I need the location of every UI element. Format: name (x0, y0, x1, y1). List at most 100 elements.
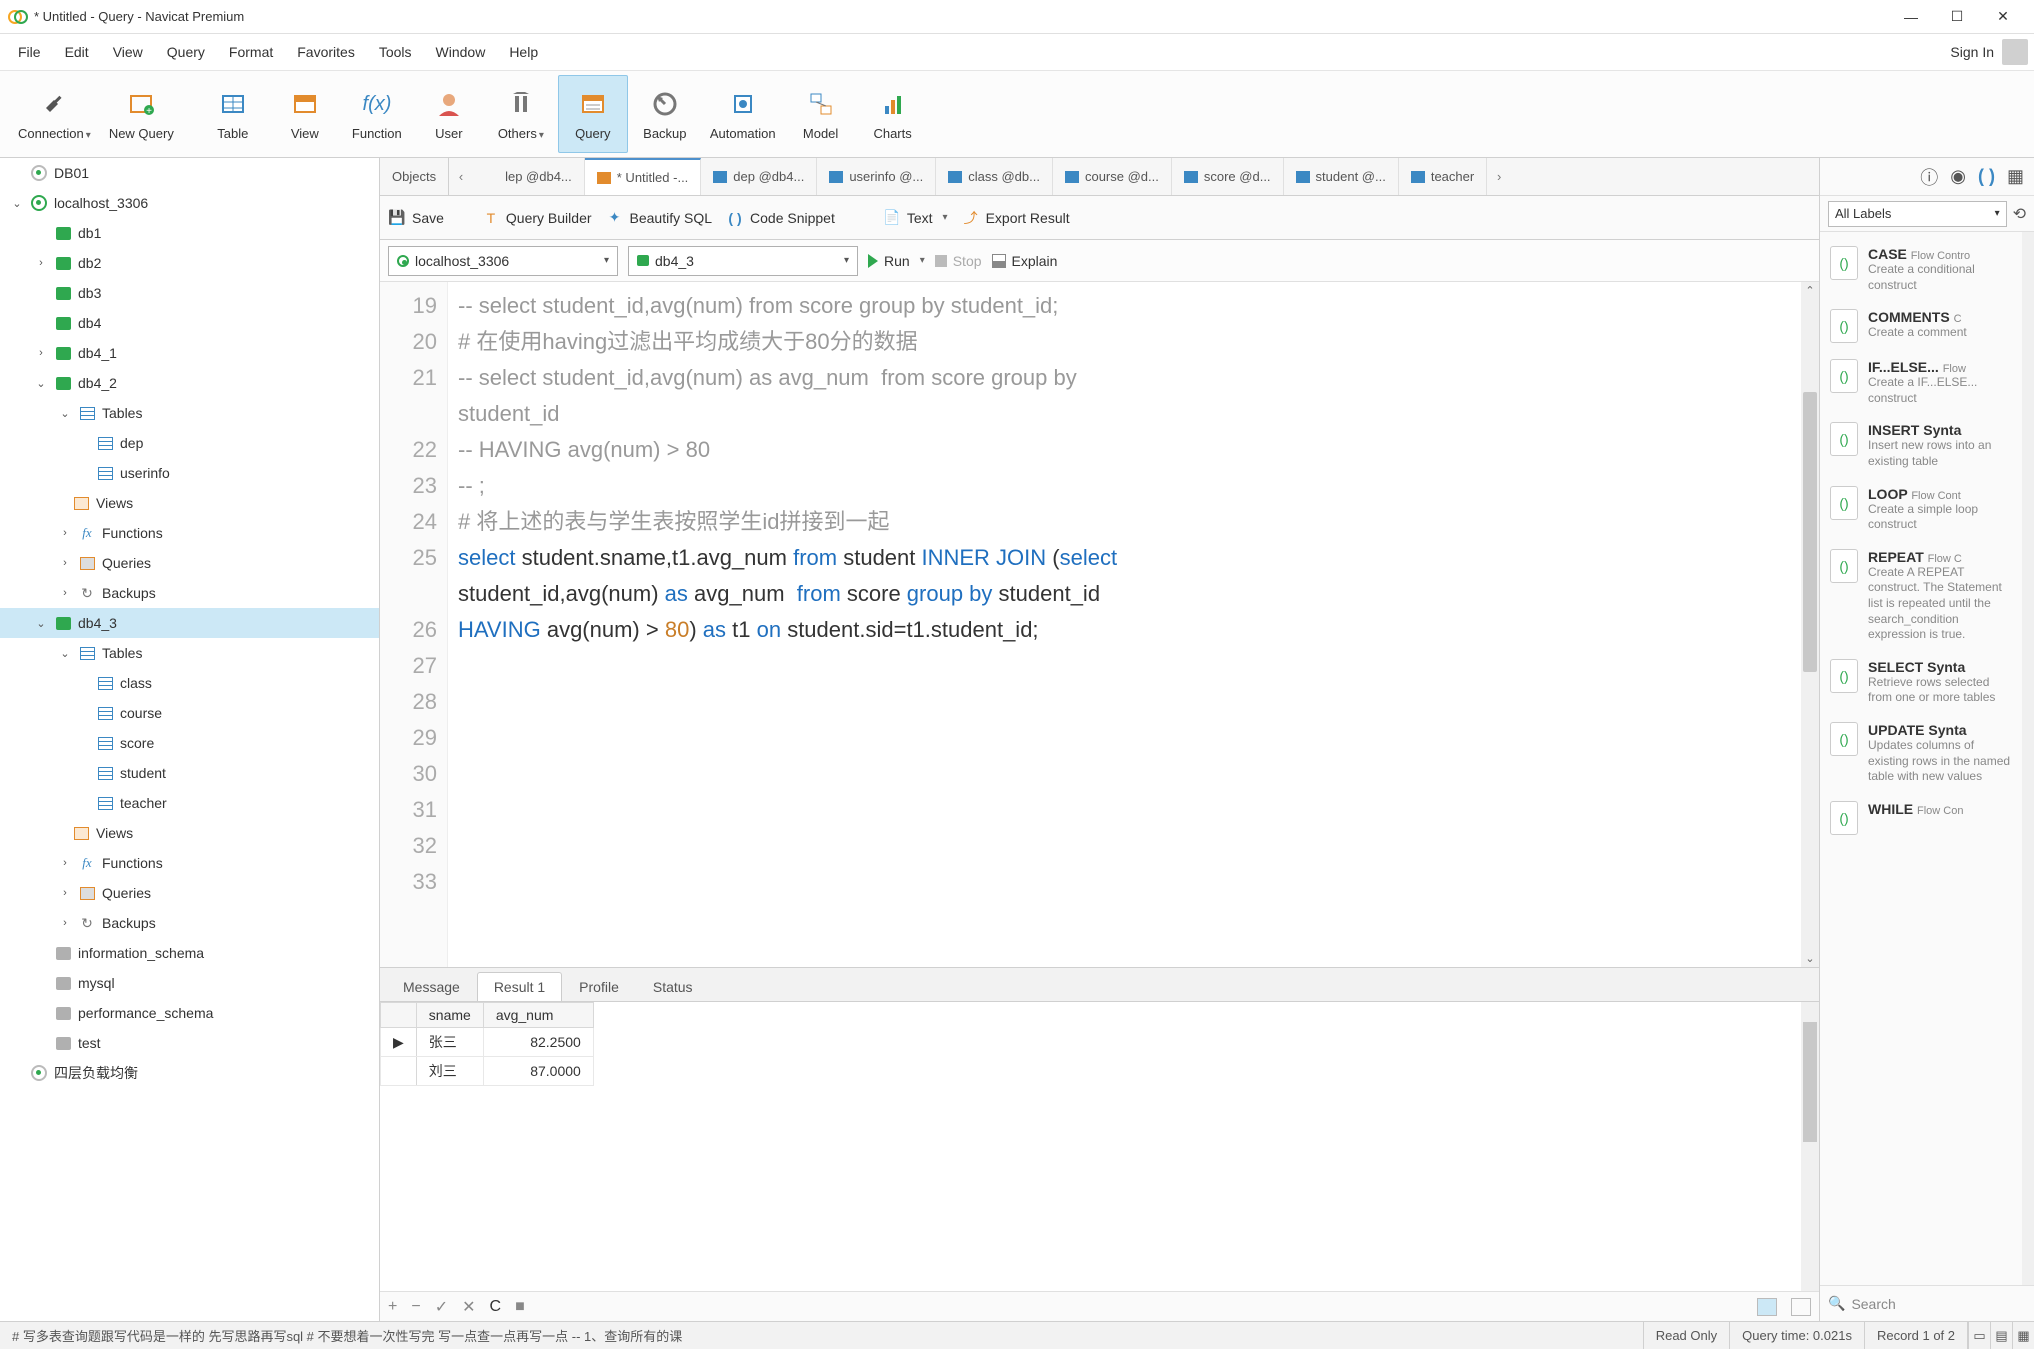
delete-row-button[interactable]: − (411, 1298, 420, 1316)
ribbon-table[interactable]: Table (198, 75, 268, 153)
menu-favorites[interactable]: Favorites (285, 38, 367, 66)
tab-item[interactable]: class @db... (936, 158, 1053, 195)
tab-item[interactable]: teacher (1399, 158, 1487, 195)
snippet-item[interactable]: ()SELECT SyntaRetrieve rows selected fro… (1826, 651, 2016, 714)
explain-button[interactable]: Explain (992, 253, 1058, 269)
cancel-button[interactable]: ✕ (462, 1297, 475, 1317)
tree-table-class[interactable]: class (0, 668, 379, 698)
snippet-item[interactable]: ()WHILE Flow Con (1826, 793, 2016, 843)
tree-db[interactable]: information_schema (0, 938, 379, 968)
menu-format[interactable]: Format (217, 38, 285, 66)
tree-tables-folder[interactable]: ⌄Tables (0, 398, 379, 428)
tab-message[interactable]: Message (386, 972, 477, 1001)
database-selector[interactable]: db4_3▾ (628, 246, 858, 276)
tab-item[interactable]: dep @db4... (701, 158, 817, 195)
tree-tables-folder[interactable]: ⌄Tables (0, 638, 379, 668)
info-icon[interactable]: ⓘ (1920, 164, 1938, 190)
ribbon-others[interactable]: Others▾ (486, 75, 556, 153)
run-button[interactable]: Run▾ (868, 253, 925, 269)
status-icon-2[interactable]: ▤ (1990, 1322, 2012, 1349)
snippet-item[interactable]: ()CASE Flow ControCreate a conditional c… (1826, 238, 2016, 301)
grid-scrollbar[interactable] (1801, 1002, 1819, 1291)
ribbon-backup[interactable]: Backup (630, 75, 700, 153)
ribbon-user[interactable]: User (414, 75, 484, 153)
tree-db[interactable]: db4 (0, 308, 379, 338)
connection-tree[interactable]: DB01 ⌄localhost_3306 db1 ›db2 db3 db4 ›d… (0, 158, 380, 1321)
tab-item-active[interactable]: * Untitled -... (585, 158, 702, 195)
snippet-item[interactable]: ()REPEAT Flow CCreate A REPEAT construct… (1826, 541, 2016, 651)
tree-functions[interactable]: ›fxFunctions (0, 518, 379, 548)
tab-item[interactable]: score @d... (1172, 158, 1284, 195)
code-snippet-button[interactable]: ( )Code Snippet (726, 209, 835, 227)
user-avatar[interactable] (2002, 39, 2028, 65)
tree-conn-db01[interactable]: DB01 (0, 158, 379, 188)
tree-db[interactable]: ›db2 (0, 248, 379, 278)
ribbon-model[interactable]: Model (786, 75, 856, 153)
ribbon-function[interactable]: f(x) Function (342, 75, 412, 153)
editor-scrollbar[interactable]: ⌃ ⌄ (1801, 282, 1819, 967)
refresh-button[interactable]: C (490, 1298, 502, 1316)
snippet-item[interactable]: ()LOOP Flow ContCreate a simple loop con… (1826, 478, 2016, 541)
tree-views[interactable]: Views (0, 488, 379, 518)
ribbon-connection[interactable]: Connection▾ (10, 75, 99, 153)
minimize-button[interactable]: — (1888, 2, 1934, 32)
ribbon-new-query[interactable]: + New Query (101, 75, 182, 153)
tab-item[interactable]: course @d... (1053, 158, 1172, 195)
sql-editor[interactable]: 192021222324252627282930313233 -- select… (380, 282, 1819, 967)
tab-item[interactable]: userinfo @... (817, 158, 936, 195)
tree-table[interactable]: dep (0, 428, 379, 458)
tree-table-teacher[interactable]: teacher (0, 788, 379, 818)
tabs-scroll-left[interactable]: ‹ (449, 169, 473, 184)
tree-table-student[interactable]: student (0, 758, 379, 788)
grid-view-button[interactable] (1757, 1298, 1777, 1316)
ribbon-automation[interactable]: Automation (702, 75, 784, 153)
host-selector[interactable]: localhost_3306▾ (388, 246, 618, 276)
tree-views[interactable]: Views (0, 818, 379, 848)
tree-conn-balance[interactable]: 四层负载均衡 (0, 1058, 379, 1088)
tree-queries[interactable]: ›Queries (0, 548, 379, 578)
snippet-list[interactable]: ()CASE Flow ControCreate a conditional c… (1820, 232, 2022, 1285)
tab-profile[interactable]: Profile (562, 972, 636, 1001)
menu-view[interactable]: View (101, 38, 155, 66)
tree-table-course[interactable]: course (0, 698, 379, 728)
eye-icon[interactable]: ◉ (1950, 166, 1966, 187)
table-row[interactable]: ▶ 张三 82.2500 (381, 1028, 594, 1057)
menu-query[interactable]: Query (155, 38, 217, 66)
tree-db-db4_3[interactable]: ⌄db4_3 (0, 608, 379, 638)
beautify-sql-button[interactable]: ✦Beautify SQL (606, 209, 713, 227)
form-view-button[interactable] (1791, 1298, 1811, 1316)
tree-queries[interactable]: ›Queries (0, 878, 379, 908)
tree-conn-localhost[interactable]: ⌄localhost_3306 (0, 188, 379, 218)
objects-tab[interactable]: Objects (380, 158, 449, 195)
snippet-scrollbar[interactable] (2022, 232, 2034, 1285)
menu-tools[interactable]: Tools (367, 38, 424, 66)
menu-window[interactable]: Window (424, 38, 498, 66)
snippet-item[interactable]: ()UPDATE SyntaUpdates columns of existin… (1826, 714, 2016, 793)
tree-table[interactable]: userinfo (0, 458, 379, 488)
tree-backups[interactable]: ›↻Backups (0, 908, 379, 938)
export-result-button[interactable]: ⤴Export Result (962, 209, 1070, 227)
snippet-item[interactable]: ()IF...ELSE... FlowCreate a IF...ELSE...… (1826, 351, 2016, 414)
snippet-item[interactable]: ()INSERT SyntaInsert new rows into an ex… (1826, 414, 2016, 477)
add-row-button[interactable]: + (388, 1298, 397, 1316)
tab-item[interactable]: student @... (1284, 158, 1399, 195)
grid-icon[interactable]: ▦ (2007, 166, 2024, 187)
tab-status[interactable]: Status (636, 972, 710, 1001)
sign-in-link[interactable]: Sign In (1950, 44, 1994, 60)
tree-db[interactable]: db3 (0, 278, 379, 308)
tree-db[interactable]: test (0, 1028, 379, 1058)
maximize-button[interactable]: ☐ (1934, 2, 1980, 32)
ribbon-query[interactable]: Query (558, 75, 628, 153)
save-button[interactable]: 💾Save (388, 209, 444, 227)
tree-db[interactable]: performance_schema (0, 998, 379, 1028)
col-avg_num[interactable]: avg_num (483, 1003, 593, 1028)
snippet-item[interactable]: ()COMMENTS CCreate a comment (1826, 301, 2016, 351)
tab-result1[interactable]: Result 1 (477, 972, 562, 1001)
status-icon-1[interactable]: ▭ (1968, 1322, 1990, 1349)
labels-selector[interactable]: All Labels▾ (1828, 201, 2007, 227)
tab-item[interactable]: lep @db4... (473, 158, 585, 195)
snippet-search[interactable]: 🔍Search (1820, 1285, 2034, 1321)
ribbon-view[interactable]: View (270, 75, 340, 153)
tree-functions[interactable]: ›fxFunctions (0, 848, 379, 878)
tree-db-db4_2[interactable]: ⌄db4_2 (0, 368, 379, 398)
